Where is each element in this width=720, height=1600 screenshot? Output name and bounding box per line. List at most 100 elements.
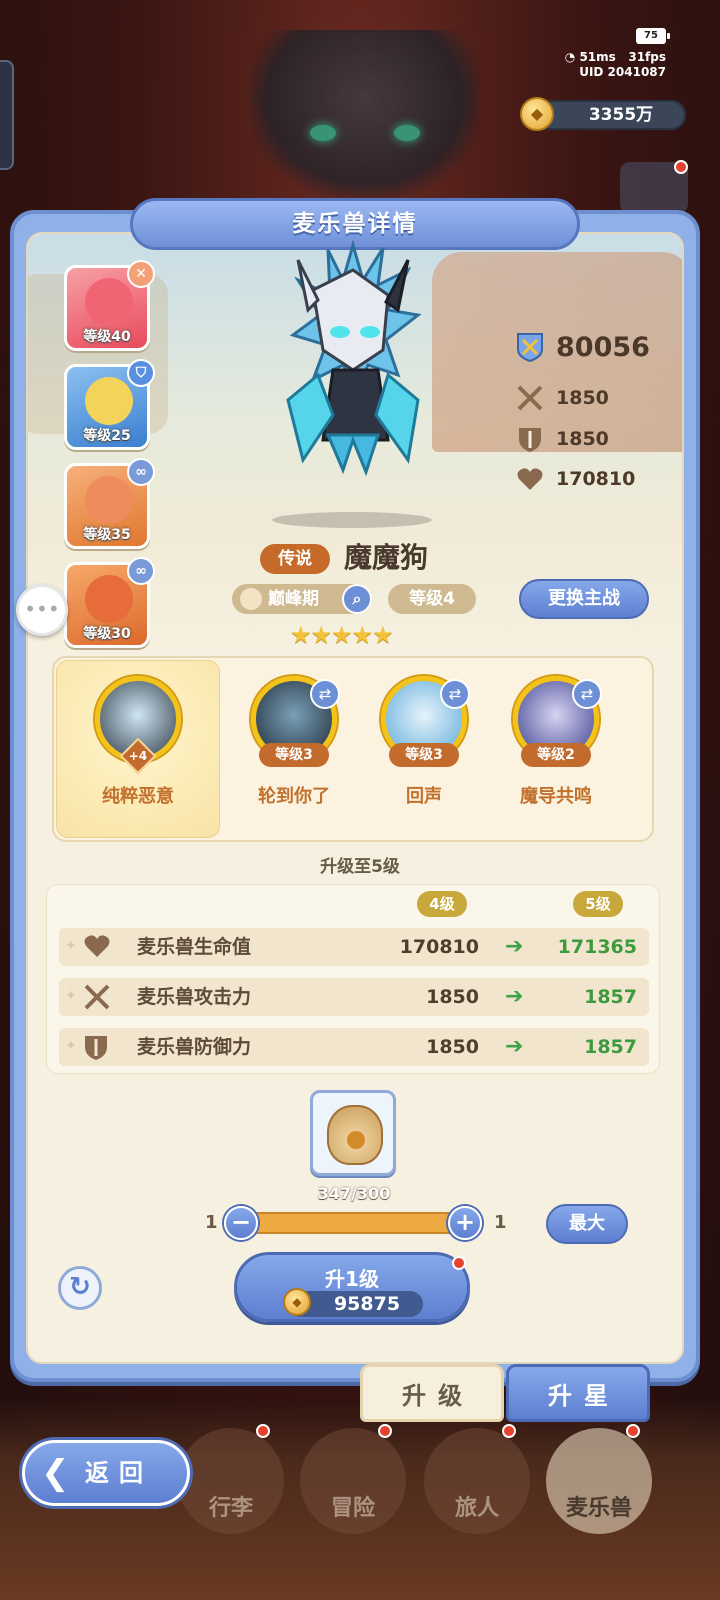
upgrade-title: 升级至5级 [320,857,400,877]
skill-slot-3[interactable]: ⇄ 等级3 回声 [374,676,474,808]
defense-value: 1850 [556,428,609,450]
nav-luggage[interactable]: 行李 [178,1428,284,1534]
row-next: 1857 [584,1036,637,1058]
skill-name: 纯粹恶意 [102,786,174,807]
monster-illustration [286,240,422,477]
hp-stat: 170810 [514,464,635,494]
shield-icon: ⛉ [127,359,155,387]
attack-stat: 1850 [514,383,609,413]
fps-text: 31fps [628,50,666,64]
level-up-button[interactable]: 升1级 ◆ 95875 [234,1252,470,1322]
skill-slot-1[interactable]: +4 纯粹恶意 [88,676,188,808]
heart-icon [83,933,113,961]
defense-stat: 1850 [514,424,609,454]
row-next: 1857 [584,986,637,1008]
power-icon [514,332,546,363]
skill-slot-4[interactable]: ⇄ 等级2 魔导共鸣 [506,676,606,808]
wifi-icon: ◔ [564,50,576,64]
monster-portrait [85,575,133,623]
nav-monster[interactable]: 麦乐兽 [546,1428,652,1534]
power-value: 80056 [556,331,650,363]
slider-max-value: 1 [494,1212,507,1233]
team-card-level: 等级30 [83,626,131,642]
team-card-2[interactable]: ⛉ 等级25 [64,359,155,450]
notification-dot [256,1424,270,1438]
background-dragon [250,30,480,200]
magnify-icon[interactable]: ⌕ [342,584,372,614]
decrease-button[interactable]: − [224,1206,258,1240]
shield-icon [514,424,546,454]
row-current: 170810 [399,936,479,958]
rarity-badge: 传说 [260,544,330,574]
swords-icon [514,383,546,413]
notification-dot [626,1424,640,1438]
team-card-level: 等级40 [83,329,131,345]
swap-icon[interactable]: ⇄ [310,679,340,709]
notification-dot [502,1424,516,1438]
back-arrow-icon: ❮ [41,1453,70,1493]
heart-icon [514,464,546,494]
arrow-right-icon: ➔ [505,934,524,959]
side-drawer-handle[interactable] [0,60,14,170]
tab-upgrade[interactable]: 升级 [360,1364,504,1422]
cost-value: 95875 [333,1293,401,1315]
change-main-button[interactable]: 更换主战 [519,579,649,619]
uid-text: UID 2041087 [579,65,666,79]
swap-icon[interactable]: ⇄ [572,679,602,709]
back-button[interactable]: ❮ 返回 [22,1440,190,1506]
monster-portrait [85,278,133,326]
skill-slot-2[interactable]: ⇄ 等级3 轮到你了 [244,676,344,808]
swords-icon [83,983,113,1011]
skill-icon: ⇄ 等级2 [513,676,602,767]
monster-name: 魔魔狗 [344,541,429,574]
quantity-slider[interactable] [240,1212,464,1234]
gold-counter[interactable]: ◆ 3355万 [520,97,686,131]
monster-level-pill: 等级4 [388,584,476,614]
stage-icon [240,588,262,610]
gold-coin-icon: ◆ [283,1288,311,1316]
upgrade-material-item[interactable] [310,1090,396,1176]
stage-label: 巅峰期 [268,589,319,609]
arrow-right-icon: ➔ [505,984,524,1009]
row-current: 1850 [426,986,479,1008]
network-status: ◔ 51ms 31fps UID 2041087 [565,50,666,80]
table-row: ✦ 麦乐兽攻击力 1850 ➔ 1857 [59,978,649,1016]
team-card-1[interactable]: ✕ 等级40 [64,260,155,351]
notification-dot [674,160,688,174]
link-icon: ∞ [127,458,155,486]
nav-adventure[interactable]: 冒险 [300,1428,406,1534]
increase-button[interactable]: + [448,1206,482,1240]
chat-button[interactable]: ••• [16,584,68,636]
swap-icon[interactable]: ⇄ [440,679,470,709]
refresh-button[interactable]: ↻ [58,1266,102,1310]
material-count: 347/300 [317,1184,391,1203]
back-label: 返回 [85,1459,153,1487]
skill-icon: ⇄ 等级3 [251,676,340,767]
gold-amount: 3355万 [588,105,654,125]
monster-portrait [85,377,133,425]
close-icon[interactable]: ✕ [127,260,155,288]
team-card-level: 等级25 [83,428,131,444]
skill-icon: ⇄ 等级3 [381,676,470,767]
arrow-right-icon: ➔ [505,1034,524,1059]
stage-pill[interactable]: 巅峰期 ⌕ [232,584,372,614]
table-row: ✦ 麦乐兽防御力 1850 ➔ 1857 [59,1028,649,1066]
team-card-3[interactable]: ∞ 等级35 [64,458,155,549]
power-stat: 80056 [514,331,650,363]
star-rating: ★★★★★ [290,621,394,649]
skills-panel: +4 纯粹恶意 ⇄ 等级3 轮到你了 ⇄ 等级3 回声 ⇄ 等级2 魔导共鸣 [52,656,654,842]
row-current: 1850 [426,1036,479,1058]
team-card-4[interactable]: ∞ 等级30 [64,557,155,648]
row-next: 171365 [557,936,637,958]
row-label: 麦乐兽生命值 [137,936,252,958]
skill-level: 等级3 [389,743,459,767]
slider-min-value: 1 [205,1212,218,1233]
monster-shadow [272,512,432,528]
level-up-cost: ◆ 95875 [283,1288,423,1317]
team-card-level: 等级35 [83,527,131,543]
max-button[interactable]: 最大 [546,1204,628,1244]
battery-indicator: 75 [636,28,670,44]
tab-star-up[interactable]: 升星 [506,1364,650,1422]
nav-traveler[interactable]: 旅人 [424,1428,530,1534]
upgrade-stats-table: 4级 5级 ✦ 麦乐兽生命值 170810 ➔ 171365 ✦ 麦乐兽攻击力 … [46,884,660,1074]
